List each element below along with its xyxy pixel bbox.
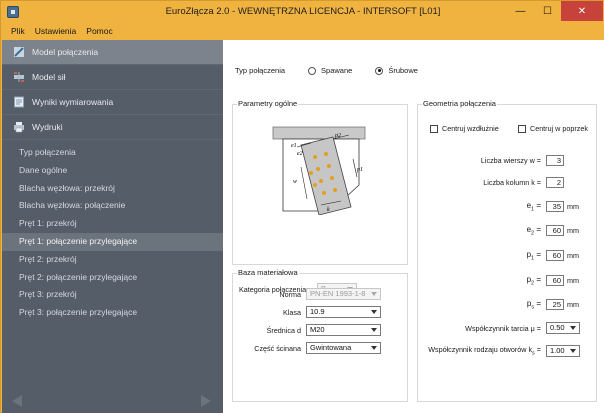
app-window: EuroZłącza 2.0 - WEWNĘTRZNA LICENCJA - I… [0,0,604,413]
main-panel: Typ połączenia Spawane Śrubowe Parametry… [223,40,604,413]
svg-text:e1: e1 [291,143,297,149]
shear-part-label: Część ścinana [254,343,301,353]
friction-select[interactable]: 0.50 [546,322,580,334]
sidebar-sub-bar2-connection[interactable]: Pręt 2: połączenie przylegające [2,269,223,287]
connection-type-row: Typ połączenia Spawane Śrubowe [235,66,418,75]
diameter-select[interactable]: M20 [306,324,381,336]
norm-label: Norma [279,289,301,299]
ps-label: ps = [526,299,541,311]
sidebar-sub-bar1-connection[interactable]: Pręt 1: połączenie przylegające [2,232,223,251]
svg-text:k: k [327,207,330,213]
menu-settings[interactable]: Ustawienia [30,23,82,40]
chevron-down-icon [371,328,377,332]
menu-help[interactable]: Pomoc [81,23,117,40]
svg-text:e2: e2 [297,151,303,157]
radio-bolted-indicator[interactable] [375,66,384,75]
sidebar-sub-general-data[interactable]: Dane ogólne [2,162,223,180]
friction-label: Współczynnik tarcia μ = [465,323,541,333]
shear-part-select[interactable]: Gwintowana [306,342,381,354]
norm-select[interactable]: PN-EN 1993-1-8 [306,288,381,300]
printer-icon [13,121,25,133]
sidebar-item-printouts[interactable]: Wydruki [2,115,223,140]
maximize-button[interactable]: ☐ [534,1,561,21]
svg-text:w: w [293,179,297,185]
class-select[interactable]: 10.9 [306,306,381,318]
menu-file[interactable]: Plik [2,23,30,40]
e1-input[interactable]: 35 [546,201,564,213]
chevron-down-icon [371,346,377,350]
center-transverse-checkbox[interactable]: Centruj w poprzek [518,124,588,133]
p1-label: p1 = [526,250,541,262]
chevron-down-icon [371,292,377,296]
sidebar-sub-bar3-connection[interactable]: Pręt 3: połączenie przylegające [2,304,223,322]
hole-factor-select[interactable]: 1.00 [546,345,580,357]
diameter-label: Średnica d [266,325,301,335]
columns-label: Liczba kolumn k = [483,178,541,187]
sidebar-sub-connection-type[interactable]: Typ połączenia [2,144,223,162]
connection-type-label: Typ połączenia [235,66,286,75]
p2-input[interactable]: 60 [546,275,564,287]
sidebar-item-label: Wyniki wymiarowania [32,97,114,107]
center-longitudinal-checkbox[interactable]: Centruj wzdłużnie [430,124,499,133]
sidebar: Model połączenia Model sił Wyniki wymiar… [2,40,223,413]
next-arrow-icon[interactable] [201,395,211,407]
sidebar-item-label: Model połączenia [32,47,99,57]
sidebar-item-label: Model sił [32,72,66,82]
sidebar-item-label: Wydruki [32,122,63,132]
sidebar-item-forces-model[interactable]: Model sił [2,65,223,90]
previous-arrow-icon[interactable] [12,395,22,407]
general-parameters-group: Parametry ogólne e1 e2 p2 w p1 k Kategor… [232,99,408,295]
chevron-down-icon [570,349,576,353]
chevron-down-icon [570,326,576,330]
sidebar-sub-gusset-section[interactable]: Blacha węzłowa: przekrój [2,180,223,198]
menu-bar: Plik Ustawienia Pomoc [2,23,604,40]
material-group: Baza materiałowa Norma PN-EN 1993-1-8 Kl… [232,268,408,402]
chevron-down-icon [371,310,377,314]
sidebar-sub-gusset-connection[interactable]: Blacha węzłowa: połączenie [2,197,223,215]
material-title: Baza materiałowa [237,268,299,277]
general-parameters-title: Parametry ogólne [237,99,299,108]
sidebar-item-results[interactable]: Wyniki wymiarowania [2,90,223,115]
columns-input[interactable]: 2 [546,177,564,188]
svg-text:p1: p1 [356,167,363,173]
p1-input[interactable]: 60 [546,250,564,262]
forces-model-icon [13,71,25,83]
results-icon [13,96,25,108]
p2-label: p2 = [526,275,541,287]
sidebar-sub-bar3-section[interactable]: Pręt 3: przekrój [2,286,223,304]
hole-factor-label: Współczynnik rodzaju otworów ks = [428,345,541,357]
close-button[interactable]: ✕ [561,1,603,21]
radio-bolted[interactable]: Śrubowe [375,66,418,75]
svg-text:p2: p2 [334,133,341,139]
sidebar-sub-bar2-section[interactable]: Pręt 2: przekrój [2,251,223,269]
radio-welded-indicator[interactable] [308,66,317,75]
connection-diagram-svg: e1 e2 p2 w p1 k [272,126,366,216]
e2-input[interactable]: 60 [546,225,564,237]
connection-model-icon [13,46,25,58]
connection-diagram: e1 e2 p2 w p1 k [271,125,367,216]
rows-label: Liczba wierszy w = [480,156,541,165]
class-label: Klasa [283,307,301,317]
geometry-title: Geometria połączenia [422,99,497,108]
radio-welded[interactable]: Spawane [308,66,352,75]
geometry-group: Geometria połączenia Centruj wzdłużnie C… [417,99,597,402]
sidebar-sub-bar1-section[interactable]: Pręt 1: przekrój [2,215,223,233]
minimize-button[interactable]: — [507,1,534,21]
rows-input[interactable]: 3 [546,155,564,166]
e1-label: e1 = [526,201,541,213]
title-bar: EuroZłącza 2.0 - WEWNĘTRZNA LICENCJA - I… [1,1,604,23]
e2-label: e2 = [526,225,541,237]
sidebar-item-connection-model[interactable]: Model połączenia [2,40,223,65]
ps-input[interactable]: 25 [546,299,564,311]
